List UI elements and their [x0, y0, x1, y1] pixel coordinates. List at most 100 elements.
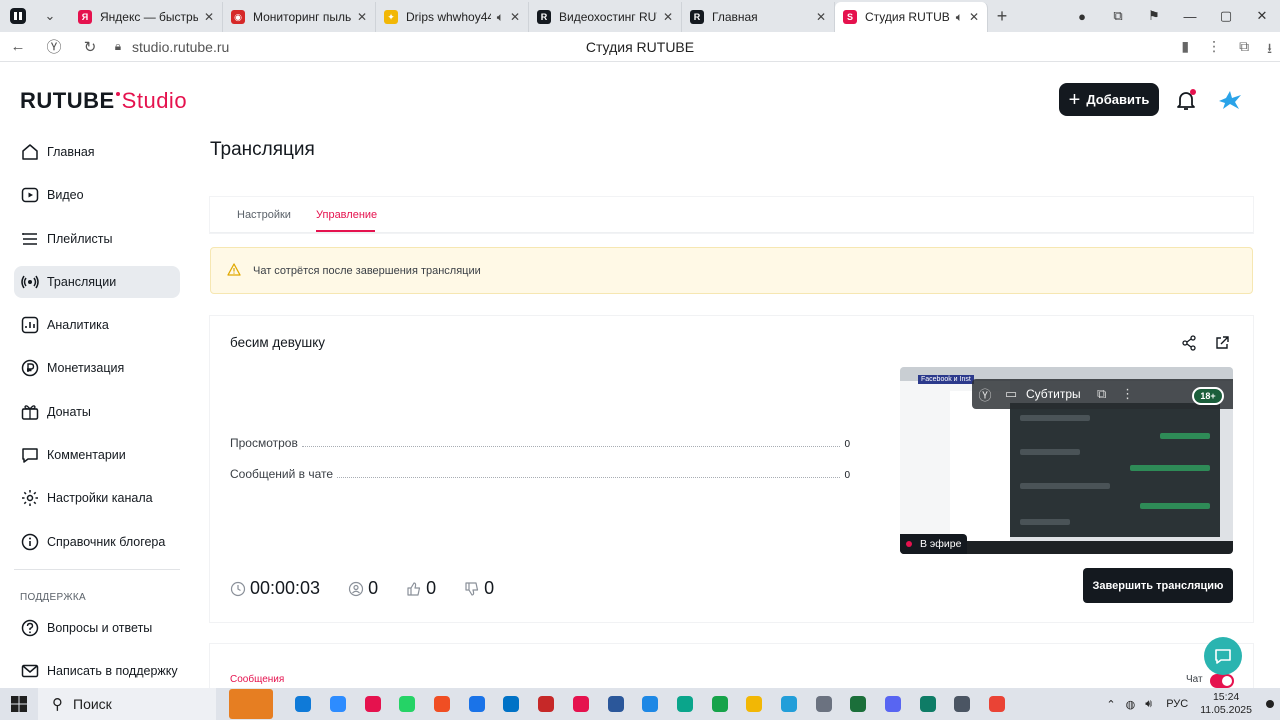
browser-tab[interactable]: Я Яндекс — быстрый поиск ✕ [70, 2, 223, 32]
taskbar-app-icon[interactable] [598, 688, 633, 720]
taskbar-app-icon[interactable] [910, 688, 945, 720]
add-button[interactable]: + Добавить [1059, 83, 1159, 116]
browser-tab[interactable]: R Видеохостинг RUTUBE ✕ [529, 2, 682, 32]
sidebar-item-home[interactable]: Главная [14, 136, 180, 168]
taskbar-app-icon[interactable] [668, 688, 703, 720]
taskbar-app-icon[interactable] [945, 688, 980, 720]
url-field[interactable]: studio.rutube.ru [132, 39, 229, 55]
tab-close-icon[interactable]: ✕ [969, 10, 979, 24]
logo-studio: Studio [121, 88, 188, 113]
bookmark-icon[interactable]: ▮ [1181, 38, 1189, 62]
share-icon[interactable] [1181, 335, 1197, 356]
browser-tab[interactable]: R Главная ✕ [682, 2, 835, 32]
rutube-studio-logo[interactable]: RUTUBE Studio [20, 88, 187, 114]
taskbar-app-icon[interactable] [390, 688, 425, 720]
analytics-icon [20, 315, 40, 335]
chat-toggle[interactable] [1210, 674, 1234, 688]
more-icon[interactable]: ⋮ [1115, 386, 1141, 402]
taskbar-app-icon[interactable] [459, 688, 494, 720]
sidebar-item-label: Донаты [47, 404, 91, 419]
tab-audio-icon[interactable]: 🔈︎ [497, 10, 504, 25]
taskbar-search[interactable]: ⚲ Поиск [38, 688, 216, 720]
yandex-icon[interactable]: Ⓨ [972, 385, 998, 404]
taskbar-app-icon[interactable] [702, 688, 737, 720]
taskbar-app-icon[interactable] [564, 688, 599, 720]
browser-tab[interactable]: ◉ Мониторинг пыльцы и ✕ [223, 2, 376, 32]
back-icon[interactable]: ← [0, 38, 36, 55]
sidebar-item-comments[interactable]: Комментарии [14, 439, 180, 471]
taskbar-app-icon[interactable] [633, 688, 668, 720]
tab-close-icon[interactable]: ✕ [816, 10, 826, 24]
playlist-icon [20, 229, 40, 249]
preview-content [950, 391, 1010, 541]
taskbar-app-icon[interactable] [980, 688, 1015, 720]
tab-title: Мониторинг пыльцы и [253, 10, 351, 24]
sidebar-item-label: Главная [47, 145, 95, 159]
downloads-icon[interactable]: ⧉ [1100, 8, 1136, 24]
taskbar-app-icon[interactable] [806, 688, 841, 720]
sidebar-item-mail[interactable]: Написать в поддержку [14, 655, 180, 687]
tab-audio-icon[interactable]: 🔈︎ [956, 10, 963, 25]
browser-menu-icon[interactable] [4, 2, 32, 30]
tab-close-icon[interactable]: ✕ [663, 10, 673, 24]
protect-icon[interactable]: ● [1064, 9, 1100, 24]
taskbar-app-icon[interactable] [772, 688, 807, 720]
sidebar-item-playlist[interactable]: Плейлисты [14, 223, 180, 255]
notification-center-icon[interactable] [1266, 700, 1274, 708]
support-chat-icon[interactable] [1204, 637, 1242, 675]
language-indicator[interactable]: РУС [1166, 698, 1188, 710]
more-icon[interactable]: ⋮ [1207, 38, 1221, 62]
volume-icon[interactable]: 🔊︎ [1145, 698, 1152, 711]
clock-time: 15:24 [1212, 691, 1240, 703]
subtitles-label[interactable]: Субтитры [1026, 387, 1081, 401]
subtitles-icon[interactable]: ▭ [998, 386, 1024, 402]
tray-chevron-icon[interactable]: ⌃ [1106, 698, 1115, 711]
new-tab-button[interactable]: + [988, 6, 1016, 27]
taskbar-app-icon[interactable] [529, 688, 564, 720]
notifications-bell-icon[interactable] [1174, 88, 1198, 112]
taskbar-app-icon[interactable] [321, 688, 356, 720]
close-window-button[interactable]: ✕ [1244, 8, 1280, 24]
tab-close-icon[interactable]: ✕ [204, 10, 214, 24]
network-icon[interactable]: ◍ [1126, 698, 1136, 711]
taskbar-app-icon[interactable] [841, 688, 876, 720]
stream-preview[interactable]: Facebook и Inst Ⓨ ▭ Субтитры ⧉ ⋮ 18+ В э… [900, 367, 1233, 554]
tab-settings[interactable]: Настройки [237, 209, 291, 221]
tab-manage[interactable]: Управление [316, 209, 377, 221]
reload-icon[interactable]: ↻ [72, 38, 108, 56]
avatar[interactable] [1216, 86, 1244, 114]
browser-tab[interactable]: S Студия RUTUBE 🔈︎ ✕ [835, 2, 988, 32]
clock[interactable]: 15:24 11.05.2025 [1200, 691, 1252, 717]
profile-icon[interactable]: ⚑ [1136, 8, 1172, 24]
download-icon[interactable]: ⭳ [1267, 38, 1272, 62]
sidebar-item-monetization[interactable]: Монетизация [14, 352, 180, 384]
sidebar-item-donate[interactable]: Донаты [14, 396, 180, 428]
yandex-icon[interactable]: Ⓨ [36, 36, 72, 57]
taskbar-app-icon[interactable] [216, 688, 286, 720]
taskbar-app-icon[interactable] [286, 688, 321, 720]
pip-icon[interactable]: ⧉ [1089, 386, 1115, 402]
tab-close-icon[interactable]: ✕ [357, 10, 367, 24]
start-button[interactable] [0, 688, 38, 720]
taskbar-app-icon[interactable] [737, 688, 772, 720]
collections-icon[interactable]: ⧉ [1239, 38, 1249, 62]
minimize-button[interactable]: — [1172, 9, 1208, 24]
open-external-icon[interactable] [1214, 335, 1230, 356]
sidebar-item-video[interactable]: Видео [14, 179, 180, 211]
tab-close-icon[interactable]: ✕ [510, 10, 520, 24]
sidebar-item-settings[interactable]: Настройки канала [14, 482, 180, 514]
sidebar-item-analytics[interactable]: Аналитика [14, 309, 180, 341]
taskbar-app-icon[interactable] [355, 688, 390, 720]
maximize-button[interactable]: ▢ [1208, 8, 1244, 24]
sidebar-item-faq[interactable]: Вопросы и ответы [14, 612, 180, 644]
taskbar-app-icon[interactable] [425, 688, 460, 720]
end-stream-button[interactable]: Завершить трансляцию [1083, 568, 1233, 603]
viewers-value: 0 [368, 578, 379, 598]
taskbar-app-icon[interactable] [494, 688, 529, 720]
sidebar-item-broadcast[interactable]: Трансляции [14, 265, 180, 298]
browser-tab[interactable]: ✦ Drips whwhoy44 с 🔈︎ ✕ [376, 2, 529, 32]
sidebar-item-info[interactable]: Справочник блогера [14, 526, 180, 558]
notification-dot [1190, 89, 1196, 95]
tabs-dropdown-icon[interactable]: ⌄ [36, 2, 64, 30]
taskbar-app-icon[interactable] [876, 688, 911, 720]
